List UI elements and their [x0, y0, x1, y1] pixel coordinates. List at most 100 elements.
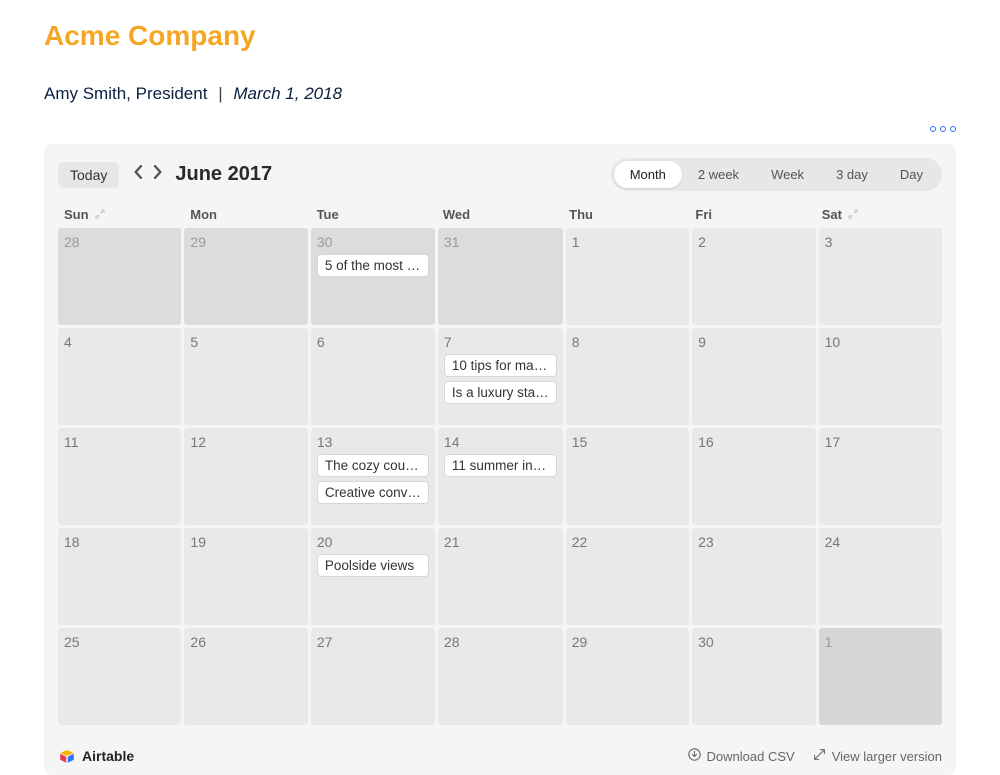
calendar-event[interactable]: Is a luxury sta… — [444, 381, 557, 404]
calendar-cell[interactable]: 31 — [438, 228, 563, 325]
dow-label: Sun — [64, 207, 89, 222]
date-number: 28 — [64, 234, 175, 250]
date-number: 27 — [317, 634, 429, 650]
date-number: 26 — [190, 634, 301, 650]
calendar-event[interactable]: 5 of the most … — [317, 254, 429, 277]
calendar-cell[interactable]: 24 — [819, 528, 942, 625]
date-number: 6 — [317, 334, 429, 350]
view-option-3-day[interactable]: 3 day — [820, 161, 884, 188]
calendar-cell[interactable]: 29 — [566, 628, 689, 725]
calendar-cell[interactable]: 30 5 of the most … — [311, 228, 435, 325]
calendar-cell[interactable]: 28 — [58, 228, 181, 325]
date-number: 30 — [698, 634, 809, 650]
expand-icon — [813, 748, 826, 764]
subhead-divider: | — [218, 84, 222, 103]
calendar-cell[interactable]: 15 — [566, 428, 689, 525]
date-number: 1 — [825, 634, 936, 650]
calendar-event[interactable]: 11 summer in… — [444, 454, 557, 477]
date-number: 29 — [572, 634, 683, 650]
calendar-cell[interactable]: 8 — [566, 328, 689, 425]
calendar-cell[interactable]: 22 — [566, 528, 689, 625]
calendar-cell[interactable]: 18 — [58, 528, 181, 625]
calendar-cell[interactable]: 3 — [819, 228, 942, 325]
calendar-cell[interactable]: 2 — [692, 228, 815, 325]
date-number: 21 — [444, 534, 557, 550]
calendar-cell[interactable]: 6 — [311, 328, 435, 425]
next-month-icon[interactable] — [153, 165, 163, 184]
calendar-cell[interactable]: 16 — [692, 428, 815, 525]
date-number: 12 — [190, 434, 301, 450]
calendar-cell[interactable]: 21 — [438, 528, 563, 625]
embed-menu-icon[interactable] — [930, 126, 956, 132]
date-number: 9 — [698, 334, 809, 350]
calendar-cell[interactable]: 5 — [184, 328, 307, 425]
column-expand-icon[interactable] — [95, 207, 105, 222]
date-number: 20 — [317, 534, 429, 550]
date-number: 30 — [317, 234, 429, 250]
calendar-cell[interactable]: 1 — [819, 628, 942, 725]
date-number: 29 — [190, 234, 301, 250]
calendar-cell[interactable]: 25 — [58, 628, 181, 725]
calendar-cell[interactable]: 1 — [566, 228, 689, 325]
calendar-cell[interactable]: 710 tips for ma…Is a luxury sta… — [438, 328, 563, 425]
view-option-2-week[interactable]: 2 week — [682, 161, 755, 188]
calendar-cell[interactable]: 13 The cozy cou… Creative conv… — [311, 428, 435, 525]
dow-label: Sat — [822, 207, 842, 222]
date-number: 24 — [825, 534, 936, 550]
view-option-week[interactable]: Week — [755, 161, 820, 188]
calendar-toolbar: Today June 2017 Month2 weekWeek3 dayDay — [44, 158, 956, 201]
dow-header-sat: Sat — [816, 201, 942, 228]
calendar-cell[interactable]: 14 11 summer in… — [438, 428, 563, 525]
view-option-month[interactable]: Month — [614, 161, 682, 188]
prev-month-icon[interactable] — [133, 165, 143, 184]
date-number: 16 — [698, 434, 809, 450]
date-number: 19 — [190, 534, 301, 550]
calendar-cell[interactable]: 28 — [438, 628, 563, 725]
column-expand-icon[interactable] — [848, 207, 858, 222]
calendar-event[interactable]: The cozy cou… — [317, 454, 429, 477]
calendar-event[interactable]: Creative conv… — [317, 481, 429, 504]
date-number: 18 — [64, 534, 175, 550]
calendar-event[interactable]: Poolside views — [317, 554, 429, 577]
today-button[interactable]: Today — [58, 162, 119, 188]
date-number: 13 — [317, 434, 429, 450]
calendar-cell[interactable]: 19 — [184, 528, 307, 625]
calendar-cell[interactable]: 20 Poolside views — [311, 528, 435, 625]
view-larger-link[interactable]: View larger version — [813, 748, 942, 764]
airtable-logo-icon — [58, 747, 76, 765]
date-number: 2 — [698, 234, 809, 250]
calendar-cell[interactable]: 23 — [692, 528, 815, 625]
calendar-cell[interactable]: 30 — [692, 628, 815, 725]
airtable-brand[interactable]: Airtable — [58, 747, 134, 765]
download-csv-link[interactable]: Download CSV — [688, 748, 795, 764]
calendar-cell[interactable]: 12 — [184, 428, 307, 525]
company-title: Acme Company — [44, 20, 956, 52]
calendar-cell[interactable]: 26 — [184, 628, 307, 725]
calendar-cell[interactable]: 9 — [692, 328, 815, 425]
date-number: 11 — [64, 434, 175, 450]
calendar-cell[interactable]: 4 — [58, 328, 181, 425]
calendar-cell[interactable]: 27 — [311, 628, 435, 725]
date-number: 1 — [572, 234, 683, 250]
date-number: 23 — [698, 534, 809, 550]
calendar-embed: Today June 2017 Month2 weekWeek3 dayDay … — [44, 144, 956, 775]
date-number: 14 — [444, 434, 557, 450]
view-option-day[interactable]: Day — [884, 161, 939, 188]
calendar-cell[interactable]: 10 — [819, 328, 942, 425]
date-number: 4 — [64, 334, 175, 350]
calendar-cell[interactable]: 29 — [184, 228, 307, 325]
dow-header-thu: Thu — [563, 201, 689, 228]
view-switcher: Month2 weekWeek3 dayDay — [611, 158, 942, 191]
dow-label: Thu — [569, 207, 593, 222]
dow-label: Fri — [695, 207, 712, 222]
document-date: March 1, 2018 — [233, 84, 342, 103]
download-csv-label: Download CSV — [707, 749, 795, 764]
date-number: 22 — [572, 534, 683, 550]
dow-header-tue: Tue — [311, 201, 437, 228]
dow-label: Mon — [190, 207, 217, 222]
dow-header-sun: Sun — [58, 201, 184, 228]
calendar-cell[interactable]: 11 — [58, 428, 181, 525]
calendar-cell[interactable]: 17 — [819, 428, 942, 525]
embed-footer: Airtable Download CSV View larger versio… — [44, 739, 956, 775]
calendar-event[interactable]: 10 tips for ma… — [444, 354, 557, 377]
